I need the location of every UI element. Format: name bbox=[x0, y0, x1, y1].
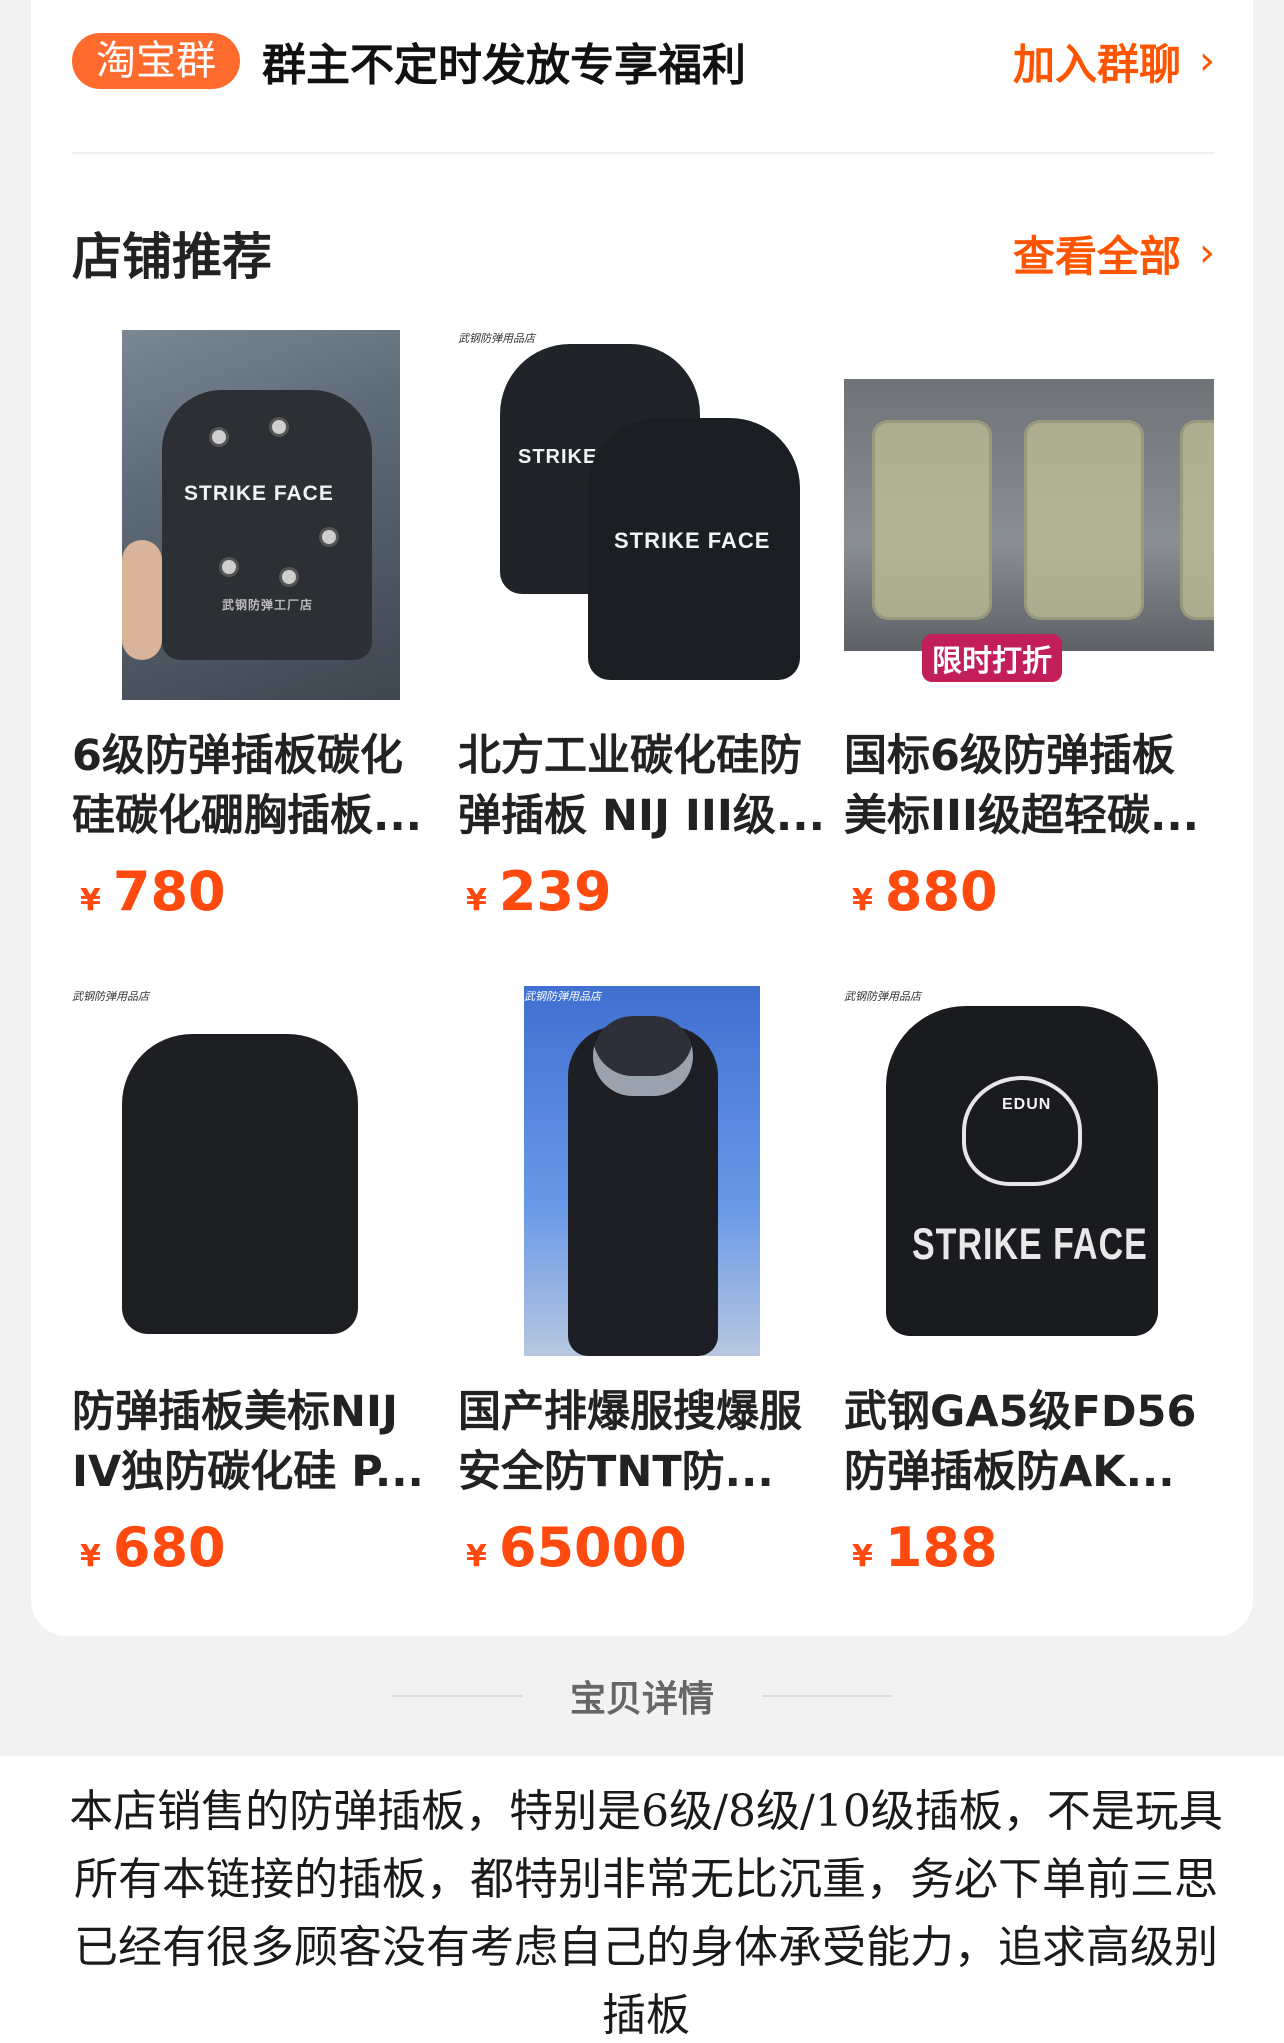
product-price: ¥ 65000 bbox=[458, 1516, 828, 1579]
currency-symbol: ¥ bbox=[852, 883, 873, 918]
price-amount: 780 bbox=[112, 860, 226, 923]
product-title[interactable]: 国标6级防弹插板美标III级超轻碳... bbox=[844, 726, 1214, 846]
store-watermark: 武钢防弹用品店 bbox=[524, 990, 601, 1003]
chevron-right-icon: › bbox=[1199, 230, 1215, 276]
price-amount: 239 bbox=[498, 860, 612, 923]
product-image[interactable]: 限时打折 bbox=[844, 330, 1214, 700]
description-line: 已经有很多顾客没有考虑自己的身体承受能力，追求高级别 bbox=[74, 1922, 1218, 1973]
store-watermark: 武钢防弹用品店 bbox=[844, 990, 921, 1003]
product-image[interactable]: 武钢防弹用品店 bbox=[72, 986, 442, 1356]
join-group-label: 加入群聊 bbox=[1012, 39, 1181, 89]
chevron-right-icon: › bbox=[1199, 38, 1215, 84]
currency-symbol: ¥ bbox=[80, 1539, 101, 1574]
sale-badge: 限时打折 bbox=[922, 634, 1062, 682]
product-image[interactable]: 武钢防弹用品店 bbox=[458, 986, 828, 1356]
price-amount: 188 bbox=[884, 1516, 998, 1579]
product-price: ¥ 239 bbox=[458, 860, 828, 923]
plate-print: STRIKE bbox=[518, 446, 598, 468]
product-price: ¥ 780 bbox=[72, 860, 442, 923]
item-description: 本店销售的防弹插板，特别是6级/8级/10级插板，不是玩具 所有本链接的插板，都… bbox=[0, 1756, 1284, 2043]
product-title[interactable]: 北方工业碳化硅防弹插板 NIJ III级... bbox=[458, 726, 828, 846]
armor-plate bbox=[122, 1034, 358, 1334]
view-all-label: 查看全部 bbox=[1012, 231, 1181, 281]
product-title[interactable]: 防弹插板美标NIJ IV独防碳化硅 P... bbox=[72, 1382, 442, 1502]
price-amount: 65000 bbox=[498, 1516, 687, 1579]
divider bbox=[72, 152, 1215, 154]
taobao-group-badge: 淘宝群 bbox=[72, 33, 240, 89]
product-price: ¥ 680 bbox=[72, 1516, 442, 1579]
divider bbox=[762, 1695, 892, 1697]
product-title[interactable]: 武钢GA5级FD56防弹插板防AK... bbox=[844, 1382, 1214, 1502]
product-card[interactable]: STRIKE FACE 武钢防弹工厂店 6级防弹插板碳化硅碳化硼胸插板... ¥… bbox=[72, 330, 442, 930]
product-card[interactable]: 限时打折 国标6级防弹插板美标III级超轻碳... ¥ 880 bbox=[844, 330, 1214, 930]
product-card[interactable]: 武钢防弹用品店 防弹插板美标NIJ IV独防碳化硅 P... ¥ 680 bbox=[72, 986, 442, 1586]
product-image[interactable]: STRIKE FACE 武钢防弹工厂店 bbox=[72, 330, 442, 700]
bomb-suit-helmet bbox=[593, 1016, 693, 1096]
store-recommend-header: 店铺推荐 查看全部 › bbox=[72, 218, 1215, 288]
shield-emblem bbox=[962, 1076, 1082, 1186]
product-card[interactable]: 武钢防弹用品店 STRIKE STRIKE FACE 北方工业碳化硅防弹插板 N… bbox=[458, 330, 828, 930]
product-title[interactable]: 6级防弹插板碳化硅碳化硼胸插板... bbox=[72, 726, 442, 846]
product-price: ¥ 188 bbox=[844, 1516, 1214, 1579]
plate-print: STRIKE FACE bbox=[614, 528, 771, 553]
divider bbox=[391, 1695, 522, 1697]
currency-symbol: ¥ bbox=[466, 883, 487, 918]
armor-plate bbox=[1024, 420, 1144, 620]
currency-symbol: ¥ bbox=[466, 1539, 487, 1574]
plate-caption: 武钢防弹工厂店 bbox=[222, 598, 314, 612]
item-details-header: 宝贝详情 bbox=[0, 1640, 1284, 1752]
currency-symbol: ¥ bbox=[80, 883, 101, 918]
armor-plate bbox=[162, 390, 372, 660]
product-title[interactable]: 国产排爆服搜爆服安全防TNT防... bbox=[458, 1382, 828, 1502]
description-line: 本店销售的防弹插板，特别是6级/8级/10级插板，不是玩具 bbox=[69, 1786, 1223, 1837]
price-amount: 880 bbox=[884, 860, 998, 923]
currency-symbol: ¥ bbox=[852, 1539, 873, 1574]
item-details-title: 宝贝详情 bbox=[569, 1679, 714, 1720]
join-group-button[interactable]: 加入群聊 › bbox=[1013, 31, 1215, 92]
product-grid: STRIKE FACE 武钢防弹工厂店 6级防弹插板碳化硅碳化硼胸插板... ¥… bbox=[72, 330, 1256, 1586]
price-amount: 680 bbox=[112, 1516, 226, 1579]
product-image[interactable]: 武钢防弹用品店 STRIKE STRIKE FACE bbox=[458, 330, 828, 700]
armor-plate bbox=[1180, 420, 1214, 620]
product-card[interactable]: 武钢防弹用品店 EDUN STRIKE FACE 武钢GA5级FD56防弹插板防… bbox=[844, 986, 1214, 1586]
group-promo-text: 群主不定时发放专享福利 bbox=[262, 40, 746, 91]
store-card: 淘宝群 群主不定时发放专享福利 加入群聊 › 店铺推荐 查看全部 › STRIK… bbox=[31, 0, 1253, 1636]
store-watermark: 武钢防弹用品店 bbox=[458, 332, 535, 345]
plate-print: STRIKE FACE bbox=[184, 482, 334, 505]
section-title: 店铺推荐 bbox=[72, 228, 272, 286]
description-line: 所有本链接的插板，都特别非常无比沉重，务必下单前三思 bbox=[74, 1854, 1218, 1905]
store-watermark: 武钢防弹用品店 bbox=[72, 990, 149, 1003]
product-price: ¥ 880 bbox=[844, 860, 1214, 923]
armor-plate bbox=[872, 420, 992, 620]
product-card[interactable]: 武钢防弹用品店 国产排爆服搜爆服安全防TNT防... ¥ 65000 bbox=[458, 986, 828, 1586]
product-image[interactable]: 武钢防弹用品店 EDUN STRIKE FACE bbox=[844, 986, 1214, 1356]
description-line: 插板 bbox=[602, 1990, 690, 2041]
emblem-text: EDUN bbox=[1002, 1096, 1052, 1113]
plate-print: STRIKE FACE bbox=[912, 1220, 1148, 1270]
view-all-button[interactable]: 查看全部 › bbox=[1013, 223, 1215, 284]
taobao-group-banner[interactable]: 淘宝群 群主不定时发放专享福利 加入群聊 › bbox=[72, 30, 1215, 92]
